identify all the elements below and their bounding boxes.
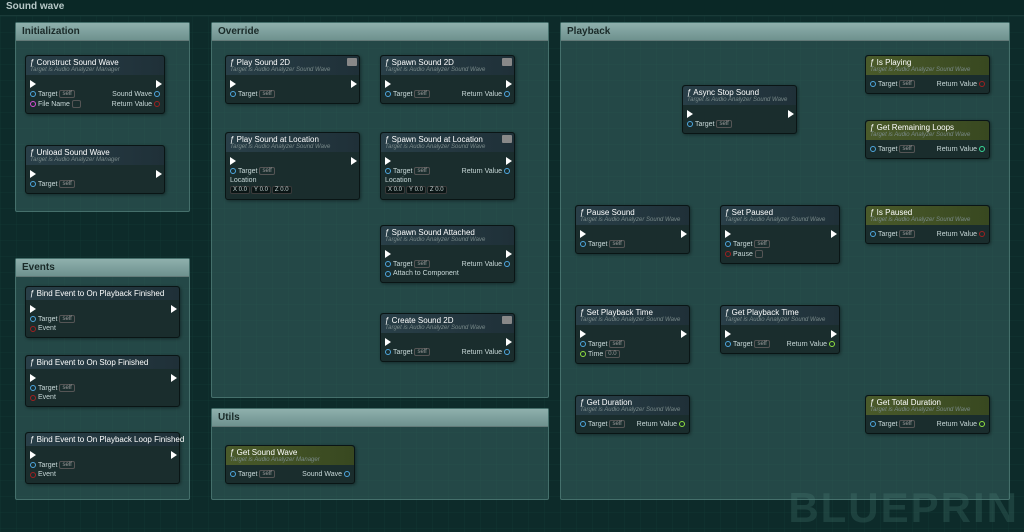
node-async-stop-sound[interactable]: ƒ Async Stop SoundTarget is Audio Analyz…	[682, 85, 797, 134]
fn-icon: ƒ	[30, 358, 37, 367]
node-is-paused[interactable]: ƒ Is PausedTarget is Audio Analyzer Soun…	[865, 205, 990, 244]
fn-icon: ƒ	[385, 58, 392, 67]
fn-icon: ƒ	[580, 208, 587, 217]
node-pause-sound[interactable]: ƒ Pause SoundTarget is Audio Analyzer So…	[575, 205, 690, 254]
sprite-icon	[502, 135, 512, 143]
node-get-sound-wave[interactable]: ƒ Get Sound WaveTarget is Audio Analyzer…	[225, 445, 355, 484]
sprite-icon	[502, 316, 512, 324]
fn-icon: ƒ	[725, 308, 732, 317]
fn-icon: ƒ	[870, 208, 877, 217]
node-bind-playback-loop-finished[interactable]: ƒ Bind Event to On Playback Loop Finishe…	[25, 432, 180, 484]
fn-icon: ƒ	[870, 123, 877, 132]
node-set-paused[interactable]: ƒ Set PausedTarget is Audio Analyzer Sou…	[720, 205, 840, 264]
fn-icon: ƒ	[385, 228, 392, 237]
group-header: Events	[16, 259, 189, 277]
fn-icon: ƒ	[580, 308, 587, 317]
page-title: Sound wave	[0, 0, 1024, 16]
fn-icon: ƒ	[385, 135, 392, 144]
watermark: BLUEPRIN	[788, 484, 1019, 532]
fn-icon: ƒ	[725, 208, 732, 217]
node-spawn-sound-at-location[interactable]: ƒ Spawn Sound at LocationTarget is Audio…	[380, 132, 515, 200]
fn-icon: ƒ	[870, 58, 877, 67]
group-header: Override	[212, 23, 548, 41]
fn-icon: ƒ	[30, 148, 37, 157]
node-get-playback-time[interactable]: ƒ Get Playback TimeTarget is Audio Analy…	[720, 305, 840, 354]
fn-icon: ƒ	[230, 58, 237, 67]
node-set-playback-time[interactable]: ƒ Set Playback TimeTarget is Audio Analy…	[575, 305, 690, 364]
node-spawn-sound-attached[interactable]: ƒ Spawn Sound AttachedTarget is Audio An…	[380, 225, 515, 283]
fn-icon: ƒ	[30, 289, 37, 298]
sprite-icon	[502, 58, 512, 66]
fn-icon: ƒ	[230, 135, 237, 144]
node-get-duration[interactable]: ƒ Get DurationTarget is Audio Analyzer S…	[575, 395, 690, 434]
fn-icon: ƒ	[30, 58, 37, 67]
fn-icon: ƒ	[230, 448, 237, 457]
node-create-sound-2d[interactable]: ƒ Create Sound 2DTarget is Audio Analyze…	[380, 313, 515, 362]
fn-icon: ƒ	[580, 398, 587, 407]
node-bind-stop-finished[interactable]: ƒ Bind Event to On Stop Finished Target …	[25, 355, 180, 407]
group-header: Playback	[561, 23, 1009, 41]
fn-icon: ƒ	[870, 398, 877, 407]
node-play-sound-2d[interactable]: ƒ Play Sound 2DTarget is Audio Analyzer …	[225, 55, 360, 104]
node-is-playing[interactable]: ƒ Is PlayingTarget is Audio Analyzer Sou…	[865, 55, 990, 94]
group-header: Utils	[212, 409, 548, 427]
fn-icon: ƒ	[385, 316, 392, 325]
node-construct-sound-wave[interactable]: ƒ Construct Sound WaveTarget is Audio An…	[25, 55, 165, 114]
node-bind-playback-finished[interactable]: ƒ Bind Event to On Playback Finished Tar…	[25, 286, 180, 338]
group-header: Initialization	[16, 23, 189, 41]
node-play-sound-at-location[interactable]: ƒ Play Sound at LocationTarget is Audio …	[225, 132, 360, 200]
node-unload-sound-wave[interactable]: ƒ Unload Sound WaveTarget is Audio Analy…	[25, 145, 165, 194]
fn-icon: ƒ	[30, 435, 37, 444]
sprite-icon	[347, 58, 357, 66]
node-spawn-sound-2d[interactable]: ƒ Spawn Sound 2DTarget is Audio Analyzer…	[380, 55, 515, 104]
node-get-remaining-loops[interactable]: ƒ Get Remaining LoopsTarget is Audio Ana…	[865, 120, 990, 159]
node-get-total-duration[interactable]: ƒ Get Total DurationTarget is Audio Anal…	[865, 395, 990, 434]
